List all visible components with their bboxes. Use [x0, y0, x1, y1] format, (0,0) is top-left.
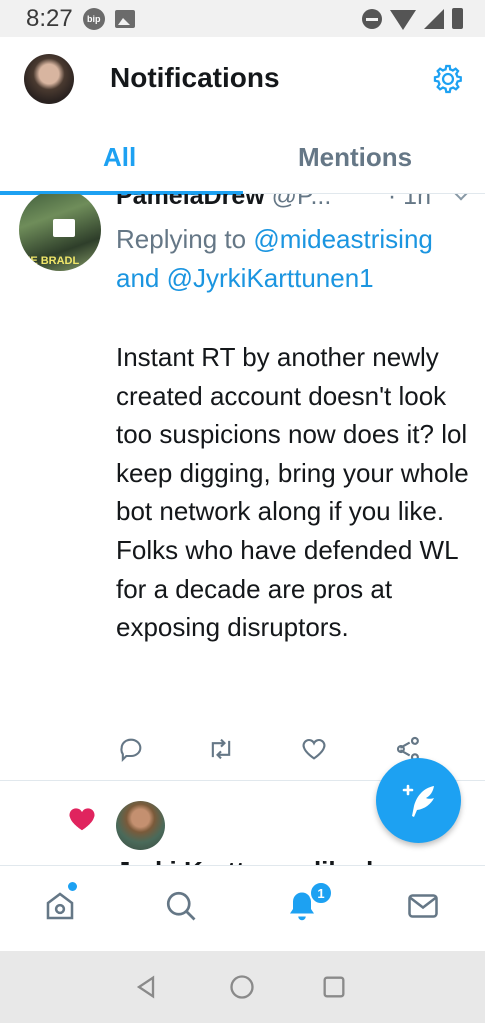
home-new-dot	[68, 882, 77, 891]
home-icon[interactable]	[42, 888, 78, 924]
notification-count-badge: 1	[309, 881, 333, 905]
replying-to: Replying to @mideastrising and @JyrkiKar…	[116, 220, 446, 298]
liked-heart-icon	[69, 808, 95, 831]
status-time: 8:27	[26, 4, 73, 32]
avatar-sign-text: EE BRADL	[23, 255, 80, 267]
cell-signal-icon	[424, 8, 444, 29]
settings-gear-icon[interactable]	[431, 62, 465, 96]
tweet-item[interactable]: EE BRADL PamelaDrew @P... · 1h Replying …	[0, 194, 485, 781]
status-left: 8:27 bip	[26, 5, 135, 33]
status-right	[362, 8, 463, 30]
recents-square-icon[interactable]	[320, 973, 348, 1001]
page-title: Notifications	[110, 62, 280, 93]
search-icon[interactable]	[163, 888, 199, 924]
status-bar: 8:27 bip	[0, 0, 485, 37]
avatar-badge-graphic	[53, 219, 75, 237]
like-heart-icon[interactable]	[300, 735, 328, 763]
like-notification-text: Jyrki Karttunen liked	[116, 856, 373, 865]
profile-avatar[interactable]	[24, 54, 74, 104]
bottom-navigation: 1	[0, 865, 485, 951]
do-not-disturb-icon	[362, 8, 382, 29]
mention-link-jyrkikarttunen1[interactable]: @JyrkiKarttunen1	[167, 263, 374, 293]
wifi-icon	[390, 9, 416, 30]
tweet-menu-chevron-down-icon[interactable]	[452, 194, 470, 201]
tweet-text: Instant RT by another newly created acco…	[116, 342, 469, 643]
replying-and: and	[116, 263, 167, 293]
compose-tweet-button[interactable]	[376, 758, 461, 843]
bip-app-icon: bip	[82, 7, 105, 30]
gallery-icon	[114, 9, 135, 28]
notification-tabs: All Mentions	[0, 122, 485, 195]
messages-mail-icon[interactable]	[405, 888, 441, 924]
tab-mentions[interactable]: Mentions	[298, 142, 412, 173]
app-header: Notifications	[0, 37, 485, 122]
tweet-author-name[interactable]: PamelaDrew	[116, 194, 265, 210]
liker-avatar[interactable]	[116, 801, 165, 850]
reply-icon[interactable]	[117, 735, 145, 763]
tweet-header: PamelaDrew @P... · 1h	[116, 194, 471, 214]
tweet-author-handle: @P...	[271, 194, 332, 210]
compose-feather-icon	[402, 784, 434, 817]
back-triangle-icon[interactable]	[132, 973, 160, 1001]
tweet-timestamp: · 1h	[387, 194, 431, 210]
tweet-author-avatar[interactable]: EE BRADL	[19, 194, 101, 271]
home-circle-icon[interactable]	[228, 973, 256, 1001]
system-navigation-bar	[0, 951, 485, 1023]
tab-all[interactable]: All	[103, 142, 136, 173]
replying-to-prefix: Replying to	[116, 224, 247, 254]
retweet-icon[interactable]	[207, 735, 235, 763]
battery-icon	[452, 8, 463, 29]
mention-link-mideastrising[interactable]: @mideastrising	[253, 224, 433, 254]
